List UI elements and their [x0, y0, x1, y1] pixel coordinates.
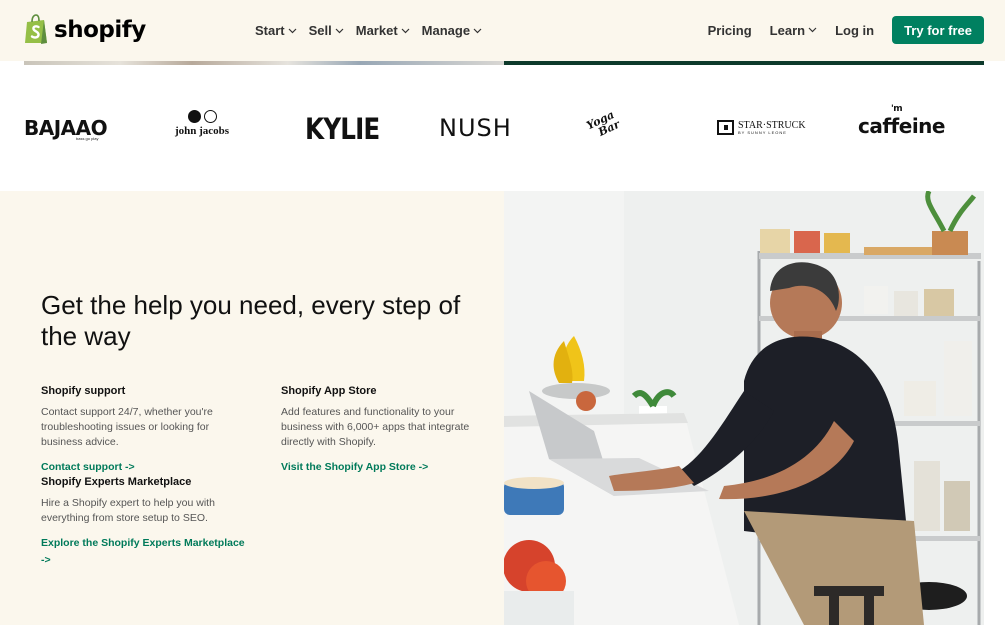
nav-market-label: Market — [355, 23, 398, 38]
kylie-logo: KYLIE — [305, 112, 380, 146]
star-struck-logo: STAR·STRUCK BY SUNNY LEONE — [717, 120, 806, 135]
mcaffeine-text: caffeine — [858, 114, 945, 138]
nav-start[interactable]: Start — [255, 23, 297, 38]
john-jacobs-logo: john jacobs — [170, 110, 234, 137]
login-link[interactable]: Log in — [835, 23, 874, 38]
support-text: Contact support 24/7, whether you're tro… — [41, 406, 213, 448]
nav-learn[interactable]: Learn — [770, 23, 817, 38]
site-header: shopify Start Sell Market Manage Pricing… — [0, 0, 1005, 61]
support-card: Shopify support Contact support 24/7, wh… — [41, 385, 251, 476]
nav-sell-label: Sell — [308, 23, 332, 38]
star-struck-mark — [717, 120, 734, 135]
shopify-logo[interactable]: shopify — [24, 14, 146, 45]
help-section: Get the help you need, every step of the… — [0, 191, 504, 625]
nav-pricing[interactable]: Pricing — [708, 23, 752, 38]
app-store-link[interactable]: Visit the Shopify App Store -> — [281, 459, 491, 476]
chevron-down-icon — [401, 28, 410, 33]
nush-logo: NUSH — [439, 114, 512, 142]
support-heading: Shopify support — [41, 385, 126, 397]
chevron-down-icon — [335, 28, 344, 33]
hollow-dot — [203, 110, 217, 123]
chevron-down-icon — [808, 27, 817, 33]
cropped-image-strip-dark — [504, 61, 984, 65]
nav-manage-label: Manage — [421, 23, 471, 38]
contact-support-link[interactable]: Contact support -> — [41, 459, 251, 476]
help-title: Get the help you need, every step of the… — [41, 290, 461, 351]
john-jacobs-dots — [170, 110, 234, 124]
chevron-down-icon — [473, 28, 482, 33]
nav-sell[interactable]: Sell — [309, 23, 344, 38]
mcaffeine-logo: 'm caffeine — [858, 104, 945, 138]
logo-wordmark: shopify — [54, 16, 146, 43]
photo-illustration — [504, 191, 984, 625]
nav-learn-label: Learn — [769, 22, 806, 38]
app-store-heading: Shopify App Store — [281, 385, 377, 397]
star-struck-wordmark: STAR·STRUCK BY SUNNY LEONE — [738, 119, 806, 135]
man-working-on-laptop-photo — [504, 191, 984, 625]
try-for-free-button[interactable]: Try for free — [892, 16, 984, 44]
experts-text: Hire a Shopify expert to help you with e… — [41, 497, 215, 524]
yoga-bar-logo: Yoga Bar — [584, 108, 622, 142]
john-jacobs-text: john jacobs — [174, 125, 230, 137]
experts-heading: Shopify Experts Marketplace — [41, 476, 192, 488]
shopping-bag-icon — [25, 14, 47, 44]
main-nav: Start Sell Market Manage — [255, 23, 482, 38]
nav-market[interactable]: Market — [356, 23, 410, 38]
brand-logos-row: BAJAAO bass go play john jacobs KYLIE NU… — [0, 66, 1005, 191]
secondary-nav: Pricing Learn Log in Try for free — [708, 16, 984, 44]
experts-card: Shopify Experts Marketplace Hire a Shopi… — [41, 476, 251, 569]
chevron-down-icon — [288, 28, 297, 33]
nav-start-label: Start — [255, 23, 285, 38]
mcaffeine-m: 'm — [891, 104, 903, 114]
star-struck-text: STAR·STRUCK — [738, 119, 806, 131]
app-store-card: Shopify App Store Add features and funct… — [281, 385, 491, 476]
filled-dot — [187, 110, 201, 123]
cropped-image-strip — [24, 61, 504, 65]
nav-manage[interactable]: Manage — [422, 23, 482, 38]
experts-marketplace-link[interactable]: Explore the Shopify Experts Marketplace … — [41, 535, 251, 569]
bajaao-tagline: bass go play — [76, 136, 99, 141]
app-store-text: Add features and functionality to your b… — [281, 406, 470, 448]
